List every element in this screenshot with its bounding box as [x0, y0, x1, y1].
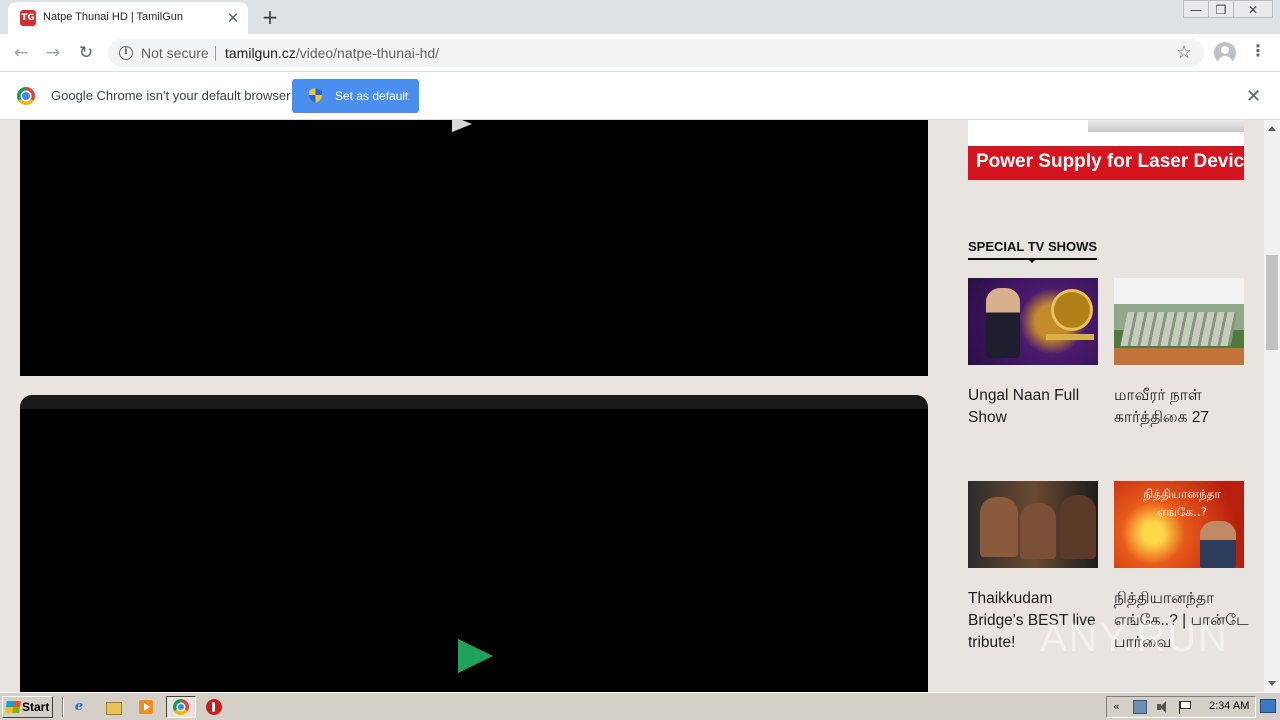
- media-player-icon[interactable]: [137, 698, 155, 716]
- show-thumbnail[interactable]: [968, 481, 1098, 568]
- omnibox-divider: [215, 46, 216, 61]
- watermark: ANY.RUN: [1040, 616, 1229, 660]
- volume-icon[interactable]: [1155, 700, 1169, 714]
- folder-icon[interactable]: [104, 698, 122, 716]
- thumb-face: [1020, 503, 1056, 559]
- browser-toolbar: ← → ↻ i Not secure tamilgun.cz/video/nat…: [0, 34, 1280, 72]
- section-title: SPECIAL TV SHOWS: [968, 239, 1098, 260]
- ad-banner[interactable]: Power Supply for Laser Devices: [968, 120, 1244, 180]
- info-icon[interactable]: i: [119, 46, 133, 60]
- thumb-person: [1200, 521, 1236, 568]
- play-icon[interactable]: [458, 639, 493, 673]
- tray-expand-icon[interactable]: «: [1113, 700, 1120, 713]
- tab-strip: TG Natpe Thunai HD | TamilGun ✕ + — ❐ ✕: [0, 0, 1280, 34]
- flag-icon[interactable]: [1177, 700, 1191, 714]
- chrome-icon[interactable]: [172, 698, 190, 716]
- back-button[interactable]: ←: [8, 40, 34, 66]
- network-icon[interactable]: [1133, 700, 1147, 714]
- new-tab-button[interactable]: +: [258, 5, 282, 29]
- window-close-button[interactable]: ✕: [1233, 0, 1273, 18]
- windows-logo-icon: [5, 701, 21, 713]
- set-as-default-button[interactable]: Set as default: [292, 79, 419, 113]
- reload-button[interactable]: ↻: [73, 40, 99, 66]
- scroll-up-icon[interactable]: [1268, 126, 1276, 131]
- url-domain: tamilgun.cz: [225, 45, 296, 61]
- scroll-down-icon[interactable]: [1268, 681, 1276, 686]
- thumb-text: நித்தியானந்தா எங்கே..?: [1143, 487, 1221, 519]
- thumb-caption: [1046, 334, 1094, 340]
- page-content: Power Supply for Laser Devices SPECIAL T…: [0, 120, 1264, 692]
- infobar-message: Google Chrome isn't your default browser: [51, 88, 291, 103]
- show-thumbnail[interactable]: நித்தியானந்தா எங்கே..?: [1114, 481, 1244, 568]
- url-path: /video/natpe-thunai-hd/: [295, 45, 440, 61]
- page-scrollbar[interactable]: [1264, 120, 1280, 692]
- url-text[interactable]: tamilgun.cz/video/natpe-thunai-hd/: [225, 45, 439, 61]
- taskbar-divider: [62, 697, 64, 717]
- start-label: Start: [22, 700, 50, 714]
- show-desktop-button[interactable]: [1260, 699, 1276, 713]
- show-thumbnail[interactable]: [1114, 278, 1244, 365]
- star-icon[interactable]: ☆: [1176, 42, 1192, 63]
- restore-button[interactable]: ❐: [1208, 0, 1234, 18]
- chrome-logo-icon: [17, 87, 35, 105]
- system-tray: « 2:34 AM: [1106, 696, 1256, 718]
- ie-icon[interactable]: e: [70, 698, 88, 716]
- tab-active[interactable]: TG Natpe Thunai HD | TamilGun ✕: [8, 2, 248, 34]
- minimize-button[interactable]: —: [1183, 0, 1209, 18]
- windows-taskbar: Start e « 2:34 AM: [0, 692, 1280, 720]
- show-thumbnail[interactable]: [968, 278, 1098, 365]
- profile-icon[interactable]: [1214, 42, 1236, 64]
- show-title[interactable]: Ungal Naan Full Show: [968, 385, 1108, 429]
- start-button[interactable]: Start: [2, 696, 53, 718]
- tab-close-icon[interactable]: ✕: [224, 9, 242, 27]
- tamilgun-favicon-icon: TG: [20, 10, 36, 26]
- thumb-rows: [1120, 312, 1238, 346]
- default-browser-infobar: Google Chrome isn't your default browser…: [0, 72, 1280, 120]
- security-indicator[interactable]: Not secure: [141, 45, 209, 61]
- thumb-person: [986, 288, 1020, 358]
- opera-icon[interactable]: [205, 698, 223, 716]
- menu-icon[interactable]: ⋮: [1248, 41, 1268, 60]
- section-caret: [1028, 259, 1036, 263]
- show-title[interactable]: மாவீரர் நாள் கார்த்திகை 27: [1114, 385, 1254, 429]
- play-icon[interactable]: [452, 120, 472, 132]
- thumb-face: [980, 497, 1018, 557]
- ad-device-image: [1088, 120, 1244, 132]
- clock[interactable]: 2:34 AM: [1209, 700, 1249, 712]
- video-player[interactable]: [20, 395, 928, 692]
- ad-text: Power Supply for Laser Devices: [976, 151, 1244, 172]
- ad-strip: Power Supply for Laser Devices: [968, 146, 1244, 180]
- shield-icon: [309, 88, 322, 103]
- thumb-face: [1060, 495, 1096, 559]
- scroll-thumb[interactable]: [1266, 255, 1278, 350]
- set-as-default-label: Set as default: [335, 89, 409, 103]
- address-bar[interactable]: i Not secure tamilgun.cz/video/natpe-thu…: [108, 39, 1204, 67]
- thumb-path: [1114, 348, 1244, 365]
- close-icon[interactable]: ✕: [1246, 86, 1261, 107]
- tab-title: Natpe Thunai HD | TamilGun: [43, 11, 184, 23]
- forward-button[interactable]: →: [40, 40, 66, 66]
- thumb-medal: [1054, 292, 1090, 328]
- video-player-top[interactable]: [20, 120, 928, 376]
